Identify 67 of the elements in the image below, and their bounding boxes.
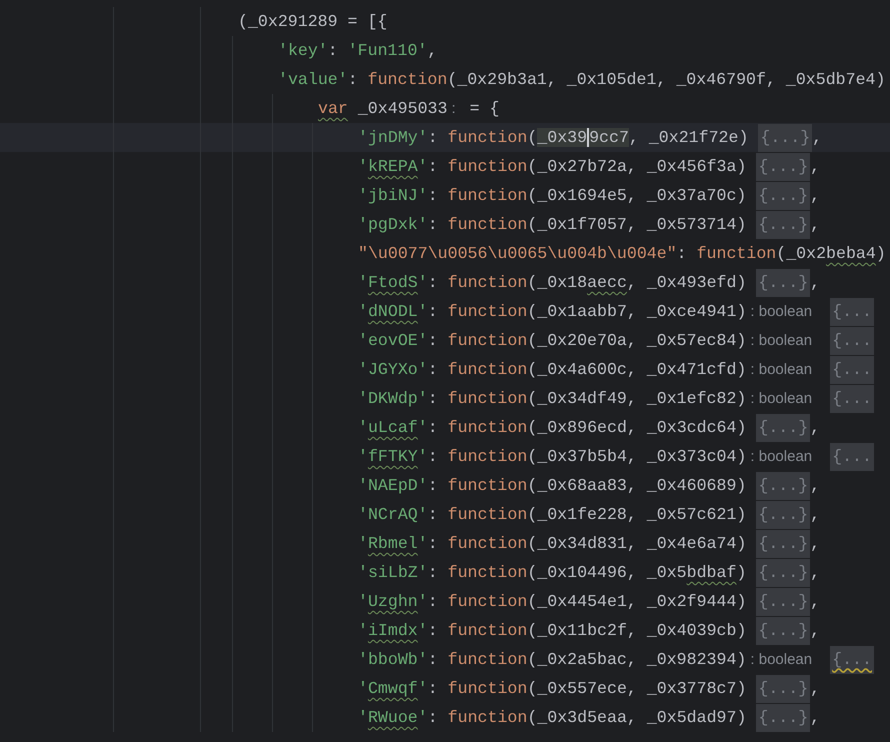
folded-code-placeholder[interactable]: {...} [756,500,810,528]
folded-code-placeholder[interactable]: {...} [756,414,810,442]
code-text: , [810,272,820,294]
folded-code-placeholder[interactable]: {...} [756,182,810,210]
folded-code-placeholder[interactable]: {...} [756,472,810,500]
code-text: 'JGYXo': function(_0x4a600c, _0x471cfd) [358,359,746,381]
code-text: 'RWuoe': function(_0x3d5eaa, _0x5dad97) [358,707,748,729]
folded-code-placeholder[interactable]: {... [830,356,874,384]
folded-code-placeholder[interactable]: {...} [756,268,810,296]
code-text: , [810,504,820,526]
code-text: , [810,417,820,439]
code-text: 'uLcaf': function(_0x896ecd, _0x3cdc64) [358,417,748,439]
code-text: 'value': function(_0x29b3a1, _0x105de1, _0x46790f, _0x5db7e4) [278,69,886,91]
code-text: 'iImdx': function(_0x11bc2f, _0x4039cb) [358,620,748,642]
folded-code-placeholder[interactable]: {... [830,384,874,412]
code-text: "\u0077\u0056\u0065\u004b\u004e": function(_0x2beba4) [358,243,886,265]
code-text: 'dNODL': function(_0x1aabb7, _0xce4941) [358,301,746,323]
code-text: , [810,707,820,729]
folded-code-placeholder[interactable]: {...} [756,616,810,644]
type-hint: : boolean [749,447,814,467]
type-hint: : boolean [749,360,814,380]
folded-code-placeholder[interactable]: {...} [756,704,810,732]
folded-code-placeholder[interactable]: {...} [756,674,810,702]
code-text: 'Uzghn': function(_0x4454e1, _0x2f9444) [358,591,748,613]
code-text: , [810,678,820,700]
code-text: , [810,533,820,555]
type-hint: : boolean [749,331,814,351]
code-text: , [810,185,820,207]
folded-code-placeholder[interactable]: {...} [756,152,810,180]
type-hint: : boolean [749,650,814,670]
code-text: 'eovOE': function(_0x20e70a, _0x57ec84) [358,330,746,352]
folded-code-placeholder[interactable]: {... [830,646,874,674]
folded-code-placeholder[interactable]: {...} [756,588,810,616]
type-hint: : boolean [749,389,814,409]
code-text: 'jbiNJ': function(_0x1694e5, _0x37a70c) [358,185,748,207]
code-text: 'fFTKY': function(_0x37b5b4, _0x373c04) [358,446,746,468]
code-text: (_0x291289 = [{ [238,11,388,33]
code-text: 'NCrAQ': function(_0x1fe228, _0x57c621) [358,504,748,526]
type-hint: : [450,99,457,119]
code-text: , [812,127,822,149]
code-text: = { [468,98,500,120]
code-text: 'jnDMy': function(_0x39 9cc7, _0x21f72e) [358,127,750,149]
code-text: , [810,156,820,178]
code-text: 'FtodS': function(_0x18aecc, _0x493efd) [358,272,748,294]
code-text: , [810,214,820,236]
code-text: 'Cmwqf': function(_0x557ece, _0x3778c7) [358,678,748,700]
folded-code-placeholder[interactable]: {...} [756,210,810,238]
code-text: , [810,475,820,497]
code-text: 'DKWdp': function(_0x34df49, _0x1efc82) [358,388,746,410]
folded-code-placeholder[interactable]: {...} [756,530,810,558]
folded-code-placeholder[interactable]: {... [830,298,874,326]
code-text: 'bboWb': function(_0x2a5bac, _0x982394) [358,649,746,671]
type-hint: : boolean [749,302,814,322]
code-text: , [810,591,820,613]
folded-code-placeholder[interactable]: {...} [756,558,810,586]
code-text: 'NAEpD': function(_0x68aa83, _0x460689) [358,475,748,497]
folded-code-placeholder[interactable]: {...} [758,124,812,152]
code-text: , [810,620,820,642]
code-text: 'siLbZ': function(_0x104496, _0x5bdbaf) [358,562,748,584]
folded-code-placeholder[interactable]: {... [830,326,874,354]
code-text: 'pgDxk': function(_0x1f7057, _0x573714) [358,214,748,236]
code-text: 'key': 'Fun110', [278,40,438,62]
folded-code-placeholder[interactable]: {... [830,442,874,470]
code-text: 'kREPA': function(_0x27b72a, _0x456f3a) [358,156,748,178]
code-text: , [810,562,820,584]
code-text: 'Rbmel': function(_0x34d831, _0x4e6a74) [358,533,748,555]
code-text: var _0x495033 [318,98,448,120]
